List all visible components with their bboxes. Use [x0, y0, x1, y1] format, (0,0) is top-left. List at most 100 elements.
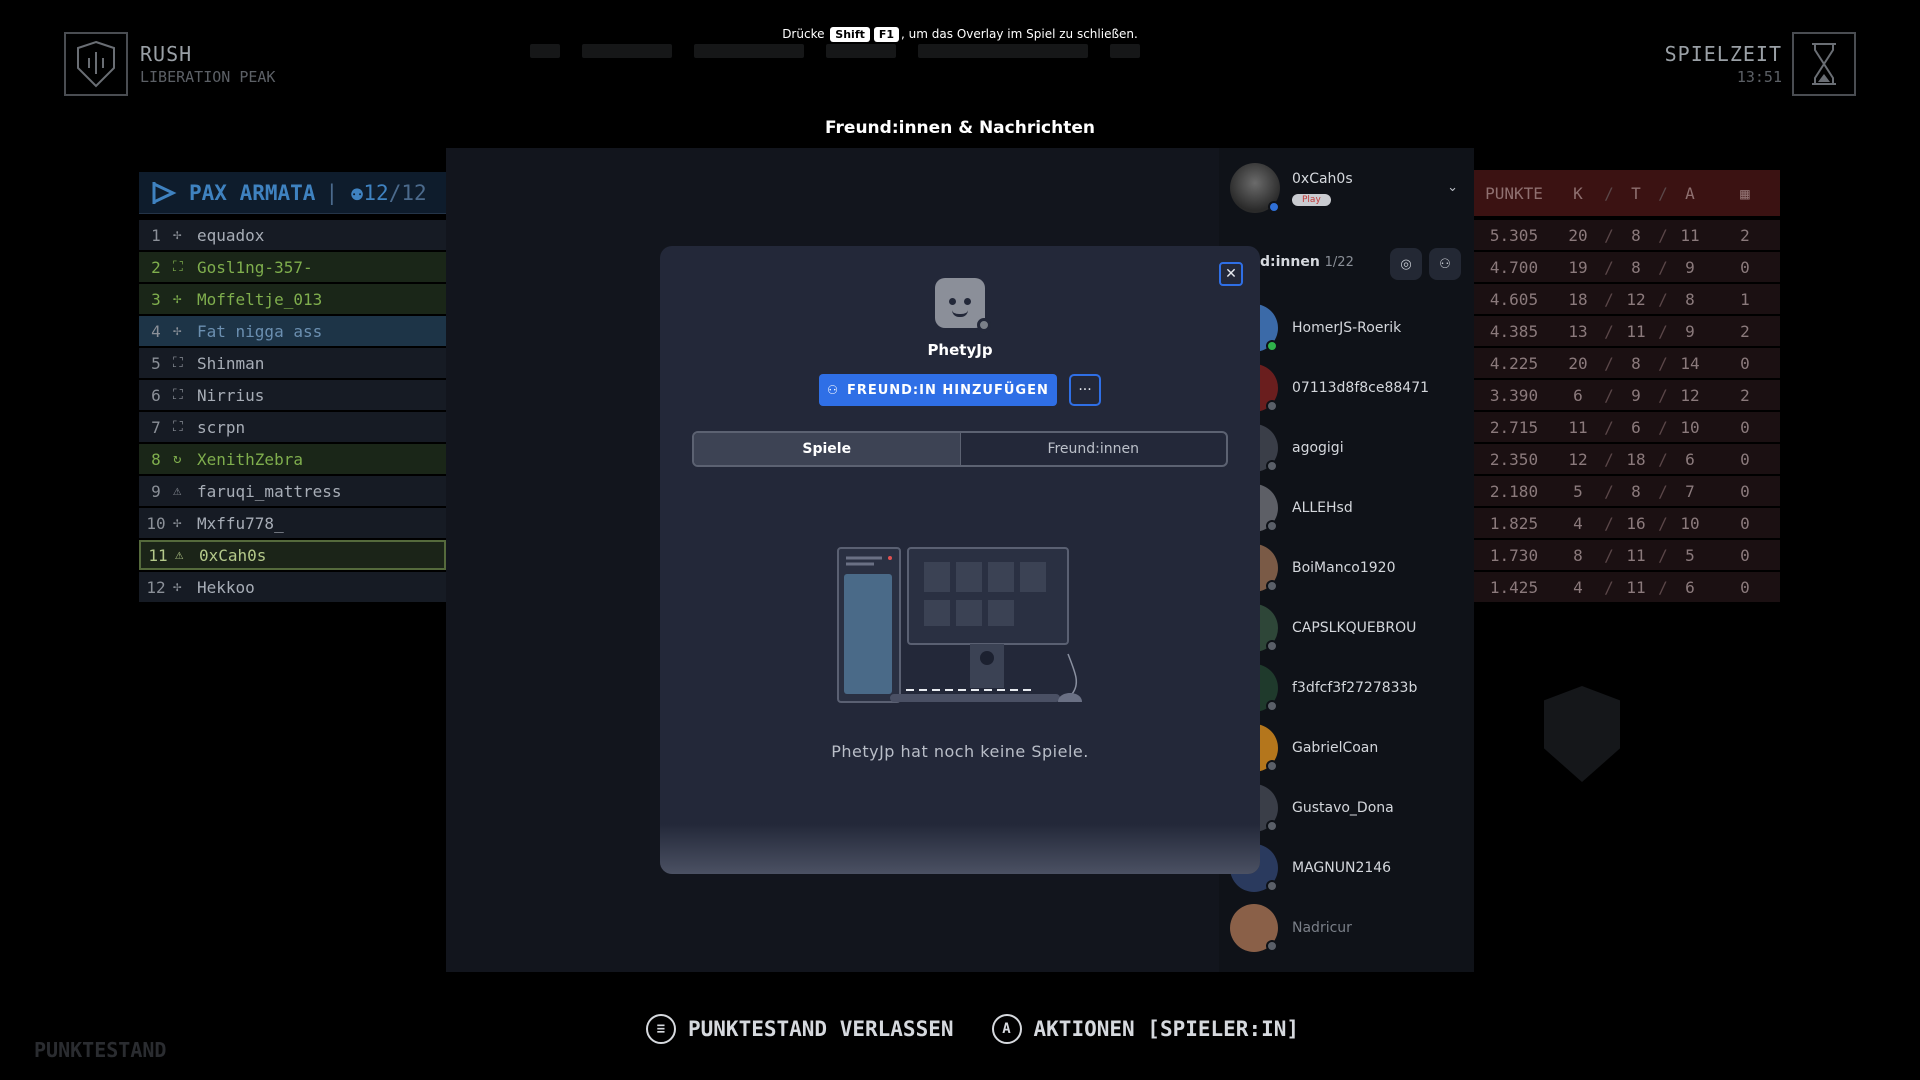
- player-list: 1 ✢ equadox 2 ⛶ Gosl1ng-357- 3 ✢ Moffeltje_013 4 ✢…: [139, 220, 446, 604]
- status-dot: [1266, 340, 1278, 352]
- score-kills: 4: [1573, 513, 1583, 533]
- status-badge: Play: [1292, 193, 1331, 206]
- player-profile-modal: ✕ PhetyJp ⚇ FREUND:IN HINZUFÜGEN ··· Spi…: [660, 246, 1260, 874]
- score-squad: 1: [1740, 289, 1750, 309]
- score-assists: 12: [1680, 385, 1700, 405]
- close-button[interactable]: ✕: [1219, 262, 1243, 286]
- list-item[interactable]: MAGNUN2146: [1230, 838, 1470, 898]
- hide-offline-button[interactable]: ◎: [1390, 248, 1422, 280]
- more-options-button[interactable]: ···: [1069, 374, 1101, 406]
- chevron-down-icon[interactable]: ⌄: [1447, 180, 1458, 195]
- score-squad: 0: [1740, 449, 1750, 469]
- shield-icon: [77, 40, 115, 88]
- crosshair-icon: ✢: [173, 227, 182, 243]
- close-icon: ✕: [1225, 266, 1237, 282]
- list-item[interactable]: 07113d8f8ce88471: [1230, 358, 1470, 418]
- score-points: 4.385: [1489, 321, 1539, 341]
- tab-friends[interactable]: Freund:innen: [961, 433, 1227, 465]
- triangle-icon: ⚠: [175, 547, 184, 563]
- col-sep: /: [1604, 385, 1614, 405]
- score-points: 5.305: [1489, 225, 1539, 245]
- score-squad: 0: [1740, 577, 1750, 597]
- list-item[interactable]: GabrielCoan: [1230, 718, 1470, 778]
- player-rank: 11: [148, 545, 168, 565]
- table-row: 2.180 5 / 8 / 7 0: [1474, 476, 1780, 506]
- time-label: SPIELZEIT: [1664, 42, 1782, 66]
- add-person-icon: ⚇: [1439, 256, 1451, 272]
- status-dot: [1266, 580, 1278, 592]
- table-row[interactable]: 9 ⚠ faruqi_mattress: [139, 476, 446, 506]
- score-deaths: 6: [1631, 417, 1641, 437]
- table-row[interactable]: 3 ✢ Moffeltje_013: [139, 284, 446, 314]
- score-squad: 0: [1740, 417, 1750, 437]
- player-actions-button[interactable]: AKTIONEN [SPIELER:IN]: [1034, 1017, 1300, 1041]
- add-friend-label: FREUND:IN HINZUFÜGEN: [846, 382, 1049, 398]
- squad-icon: ▦: [1740, 183, 1750, 203]
- list-item[interactable]: BoiManco1920: [1230, 538, 1470, 598]
- table-row[interactable]: 8 ↻ XenithZebra: [139, 444, 446, 474]
- my-profile-card[interactable]: 0xCah0s Play ⌄: [1230, 160, 1470, 216]
- list-item[interactable]: agogigi: [1230, 418, 1470, 478]
- status-dot: [1266, 400, 1278, 412]
- empty-games-illustration: [837, 547, 1082, 703]
- score-deaths: 18: [1626, 449, 1646, 469]
- cycle-icon: ↻: [173, 451, 182, 467]
- score-deaths: 11: [1626, 577, 1646, 597]
- col-sep: /: [1658, 513, 1668, 533]
- status-dot: [1266, 880, 1278, 892]
- more-icon: ···: [1078, 382, 1092, 398]
- table-row: 4.225 20 / 8 / 14 0: [1474, 348, 1780, 378]
- crosshair-icon: ✢: [173, 323, 182, 339]
- player-name: Shinman: [197, 353, 265, 373]
- table-row: 4.605 18 / 12 / 8 1: [1474, 284, 1780, 314]
- table-row[interactable]: 5 ⛶ Shinman: [139, 348, 446, 378]
- leave-scoreboard-button[interactable]: PUNKTESTAND VERLASSEN: [688, 1017, 954, 1041]
- list-item[interactable]: Nadricur: [1230, 898, 1470, 958]
- table-row[interactable]: 7 ⛶ scrpn: [139, 412, 446, 442]
- col-sep: /: [1604, 513, 1614, 533]
- player-rank: 7: [151, 417, 161, 437]
- table-row[interactable]: 11 ⚠ 0xCah0s: [139, 540, 446, 570]
- list-item[interactable]: CAPSLKQUEBROU: [1230, 598, 1470, 658]
- col-t: T: [1631, 183, 1641, 203]
- player-rank: 3: [151, 289, 161, 309]
- col-sep: /: [1604, 257, 1614, 277]
- table-row[interactable]: 4 ✢ Fat nigga ass: [139, 316, 446, 346]
- score-points: 4.700: [1489, 257, 1539, 277]
- table-row[interactable]: 10 ✢ Mxffu778_: [139, 508, 446, 538]
- score-squad: 0: [1740, 353, 1750, 373]
- col-sep: /: [1658, 353, 1668, 373]
- table-row[interactable]: 12 ✢ Hekkoo: [139, 572, 446, 602]
- hint-suffix: , um das Overlay im Spiel zu schließen.: [901, 27, 1138, 41]
- add-friend-icon-button[interactable]: ⚇: [1429, 248, 1461, 280]
- list-item[interactable]: ALLEHsd: [1230, 478, 1470, 538]
- list-item[interactable]: Gustavo_Dona: [1230, 778, 1470, 838]
- tab-games[interactable]: Spiele: [694, 433, 961, 465]
- shift-key: Shift: [830, 27, 870, 42]
- hint-prefix: Drücke: [782, 27, 825, 41]
- player-rank: 12: [146, 577, 166, 597]
- bracket-icon: ⛶: [173, 259, 183, 275]
- crosshair-icon: ✢: [173, 579, 182, 595]
- col-sep: /: [1604, 225, 1614, 245]
- list-item[interactable]: f3dfcf3f2727833b: [1230, 658, 1470, 718]
- table-row[interactable]: 6 ⛶ Nirrius: [139, 380, 446, 410]
- table-row: 2.715 11 / 6 / 10 0: [1474, 412, 1780, 442]
- table-row[interactable]: 1 ✢ equadox: [139, 220, 446, 250]
- score-assists: 9: [1685, 321, 1695, 341]
- overlay-hint: Drücke Shift F1, um das Overlay im Spiel …: [0, 27, 1920, 42]
- list-item[interactable]: HomerJS-Roerik: [1230, 298, 1470, 358]
- score-points: 2.715: [1489, 417, 1539, 437]
- score-deaths: 8: [1631, 257, 1641, 277]
- score-deaths: 12: [1626, 289, 1646, 309]
- bracket-icon: ⛶: [173, 355, 183, 371]
- avatar-eye: [949, 298, 956, 305]
- table-row[interactable]: 2 ⛶ Gosl1ng-357-: [139, 252, 446, 282]
- add-friend-button[interactable]: ⚇ FREUND:IN HINZUFÜGEN: [819, 374, 1057, 406]
- table-row: 2.350 12 / 18 / 6 0: [1474, 444, 1780, 474]
- avatar: [1230, 163, 1280, 213]
- player-name: XenithZebra: [197, 449, 303, 469]
- score-points: 1.730: [1489, 545, 1539, 565]
- score-squad: 0: [1740, 481, 1750, 501]
- col-sep: /: [1604, 183, 1614, 203]
